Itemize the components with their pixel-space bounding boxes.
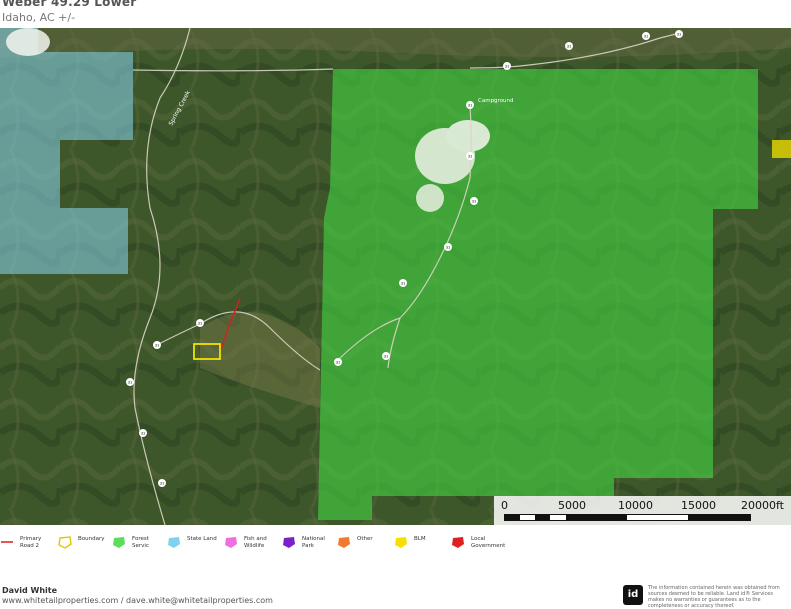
legend-label: Local Government xyxy=(471,536,506,549)
svg-text:31: 31 xyxy=(446,245,451,249)
route-shield: 31 xyxy=(466,101,474,109)
legend-label: Boundary xyxy=(78,536,105,542)
forest-service-area[interactable] xyxy=(318,69,758,520)
svg-text:31: 31 xyxy=(336,360,341,364)
route-shield: 31 xyxy=(399,279,407,287)
svg-text:31: 31 xyxy=(472,199,477,203)
svg-text:31: 31 xyxy=(468,103,473,107)
svg-text:31: 31 xyxy=(198,321,203,325)
page-subtitle: Idaho, AC +/- xyxy=(2,11,76,24)
route-shield: 31 xyxy=(158,479,166,487)
route-shield: 31 xyxy=(196,319,204,327)
route-shield: 31 xyxy=(334,358,342,366)
svg-text:31: 31 xyxy=(160,481,165,485)
svg-text:31: 31 xyxy=(401,281,406,285)
primary-road-swatch-icon xyxy=(1,541,13,543)
route-shield: 31 xyxy=(470,197,478,205)
blm-swatch-icon xyxy=(395,537,407,548)
legend-label: Forest Servic xyxy=(132,536,149,549)
legend-label: Other xyxy=(357,536,373,542)
svg-text:31: 31 xyxy=(505,64,510,68)
scale-label: 5000 xyxy=(558,499,586,512)
svg-text:31: 31 xyxy=(155,343,160,347)
satellite-map[interactable]: Spring Creek Campground 31 31 31 31 31 3… xyxy=(0,28,791,525)
page-title: Weber 49.29 Lower xyxy=(2,0,137,9)
scale-label: 20000ft xyxy=(741,499,784,512)
svg-text:31: 31 xyxy=(468,154,473,158)
route-shield: 31 xyxy=(444,243,452,251)
route-shield: 31 xyxy=(153,341,161,349)
route-shield: 31 xyxy=(642,32,650,40)
svg-text:31: 31 xyxy=(677,32,682,36)
svg-text:31: 31 xyxy=(141,431,146,435)
map-canvas[interactable]: Spring Creek Campground 31 31 31 31 31 3… xyxy=(0,28,791,525)
scale-label: 15000 xyxy=(681,499,716,512)
national-park-swatch-icon xyxy=(283,537,295,548)
scale-bar: 0 5000 10000 15000 20000ft xyxy=(494,496,791,525)
route-shield: 31 xyxy=(565,42,573,50)
blm-parcel[interactable] xyxy=(772,140,791,158)
place-label: Campground xyxy=(478,98,514,104)
map-legend: Primary Road 2 Boundary Forest Servic State… xyxy=(0,531,791,555)
route-shield: 31 xyxy=(503,62,511,70)
scale-label: 0 xyxy=(501,499,508,512)
svg-text:31: 31 xyxy=(567,44,572,48)
map-header: Weber 49.29 Lower Idaho, AC +/- xyxy=(0,0,791,28)
local-government-swatch-icon xyxy=(452,537,464,548)
legend-label: BLM xyxy=(414,536,426,542)
svg-text:31: 31 xyxy=(644,34,649,38)
landid-logo: id xyxy=(623,585,643,605)
agent-contact[interactable]: www.whitetailproperties.com / dave.white… xyxy=(2,596,273,605)
svg-text:31: 31 xyxy=(384,354,389,358)
legend-label: Primary Road 2 xyxy=(20,536,42,549)
scale-track xyxy=(504,514,751,521)
scale-label: 10000 xyxy=(618,499,653,512)
route-shield: 31 xyxy=(675,30,683,38)
svg-text:31: 31 xyxy=(128,380,133,384)
route-shield: 31 xyxy=(126,378,134,386)
legend-label: State Land xyxy=(187,536,217,542)
legend-label: National Park xyxy=(302,536,325,549)
route-shield: 31 xyxy=(466,152,474,160)
legend-label: Fish and Wildlife xyxy=(244,536,267,549)
disclaimer-text: The information contained herein was obt… xyxy=(648,585,780,609)
fish-wildlife-swatch-icon xyxy=(225,537,237,548)
route-shield: 31 xyxy=(139,429,147,437)
state-land-swatch-icon xyxy=(168,537,180,548)
boundary-swatch-icon xyxy=(58,536,72,549)
agent-name: David White xyxy=(2,586,58,595)
forest-service-swatch-icon xyxy=(113,537,125,548)
route-shield: 31 xyxy=(382,352,390,360)
other-swatch-icon xyxy=(338,537,350,548)
